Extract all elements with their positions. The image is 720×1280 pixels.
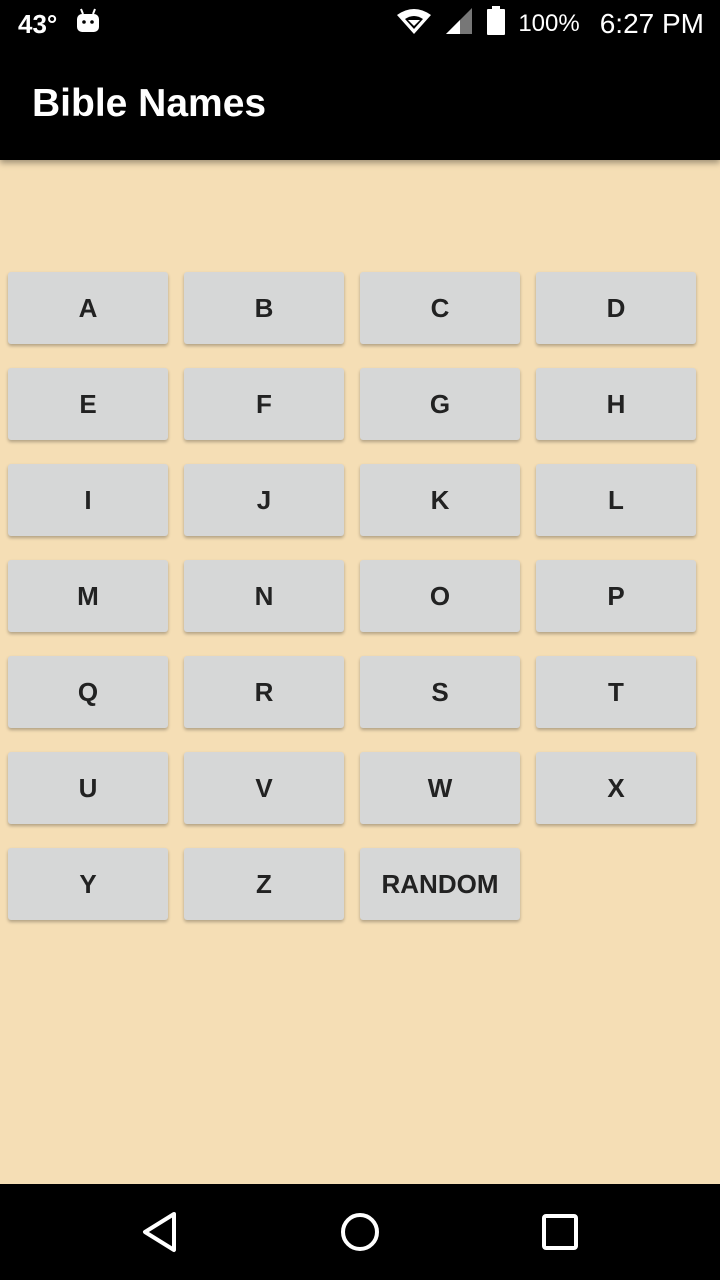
- letter-grid: A B C D E F G H I J K L M N O P Q R S T U V W X Y Z RANDOM: [8, 272, 698, 920]
- letter-button-s[interactable]: S: [360, 656, 520, 728]
- letter-button-r[interactable]: R: [184, 656, 344, 728]
- recents-icon[interactable]: [536, 1208, 584, 1256]
- letter-button-f[interactable]: F: [184, 368, 344, 440]
- clock-text: 6:27 PM: [599, 8, 704, 39]
- letter-button-c[interactable]: C: [360, 272, 520, 344]
- letter-button-i[interactable]: I: [8, 464, 168, 536]
- wifi-icon: [396, 7, 432, 42]
- android-icon: [75, 7, 101, 42]
- letter-button-b[interactable]: B: [184, 272, 344, 344]
- signal-icon: [444, 6, 474, 43]
- letter-button-t[interactable]: T: [536, 656, 696, 728]
- letter-button-k[interactable]: K: [360, 464, 520, 536]
- letter-button-m[interactable]: M: [8, 560, 168, 632]
- letter-button-d[interactable]: D: [536, 272, 696, 344]
- letter-button-e[interactable]: E: [8, 368, 168, 440]
- temperature-text: 43°: [18, 8, 58, 39]
- letter-button-h[interactable]: H: [536, 368, 696, 440]
- navigation-bar: [0, 1184, 720, 1280]
- letter-button-q[interactable]: Q: [8, 656, 168, 728]
- letter-button-z[interactable]: Z: [184, 848, 344, 920]
- letter-button-u[interactable]: U: [8, 752, 168, 824]
- letter-button-g[interactable]: G: [360, 368, 520, 440]
- battery-percent-text: 100%: [518, 10, 580, 37]
- back-icon[interactable]: [136, 1208, 184, 1256]
- status-left: 43°: [18, 0, 101, 48]
- letter-button-j[interactable]: J: [184, 464, 344, 536]
- letter-button-n[interactable]: N: [184, 560, 344, 632]
- letter-button-a[interactable]: A: [8, 272, 168, 344]
- letter-button-y[interactable]: Y: [8, 848, 168, 920]
- letter-button-p[interactable]: P: [536, 560, 696, 632]
- letter-button-x[interactable]: X: [536, 752, 696, 824]
- letter-button-o[interactable]: O: [360, 560, 520, 632]
- status-right: 100% 6:27 PM: [396, 0, 704, 48]
- main-content: A B C D E F G H I J K L M N O P Q R S T U V W X Y Z RANDOM: [0, 160, 720, 1184]
- app-bar: Bible Names: [0, 48, 720, 160]
- letter-button-v[interactable]: V: [184, 752, 344, 824]
- letter-button-w[interactable]: W: [360, 752, 520, 824]
- app-title: Bible Names: [32, 82, 267, 125]
- status-bar: 43° 100% 6:27 PM: [0, 0, 720, 48]
- home-icon[interactable]: [336, 1208, 384, 1256]
- letter-button-l[interactable]: L: [536, 464, 696, 536]
- battery-icon: [486, 5, 506, 43]
- random-button[interactable]: RANDOM: [360, 848, 520, 920]
